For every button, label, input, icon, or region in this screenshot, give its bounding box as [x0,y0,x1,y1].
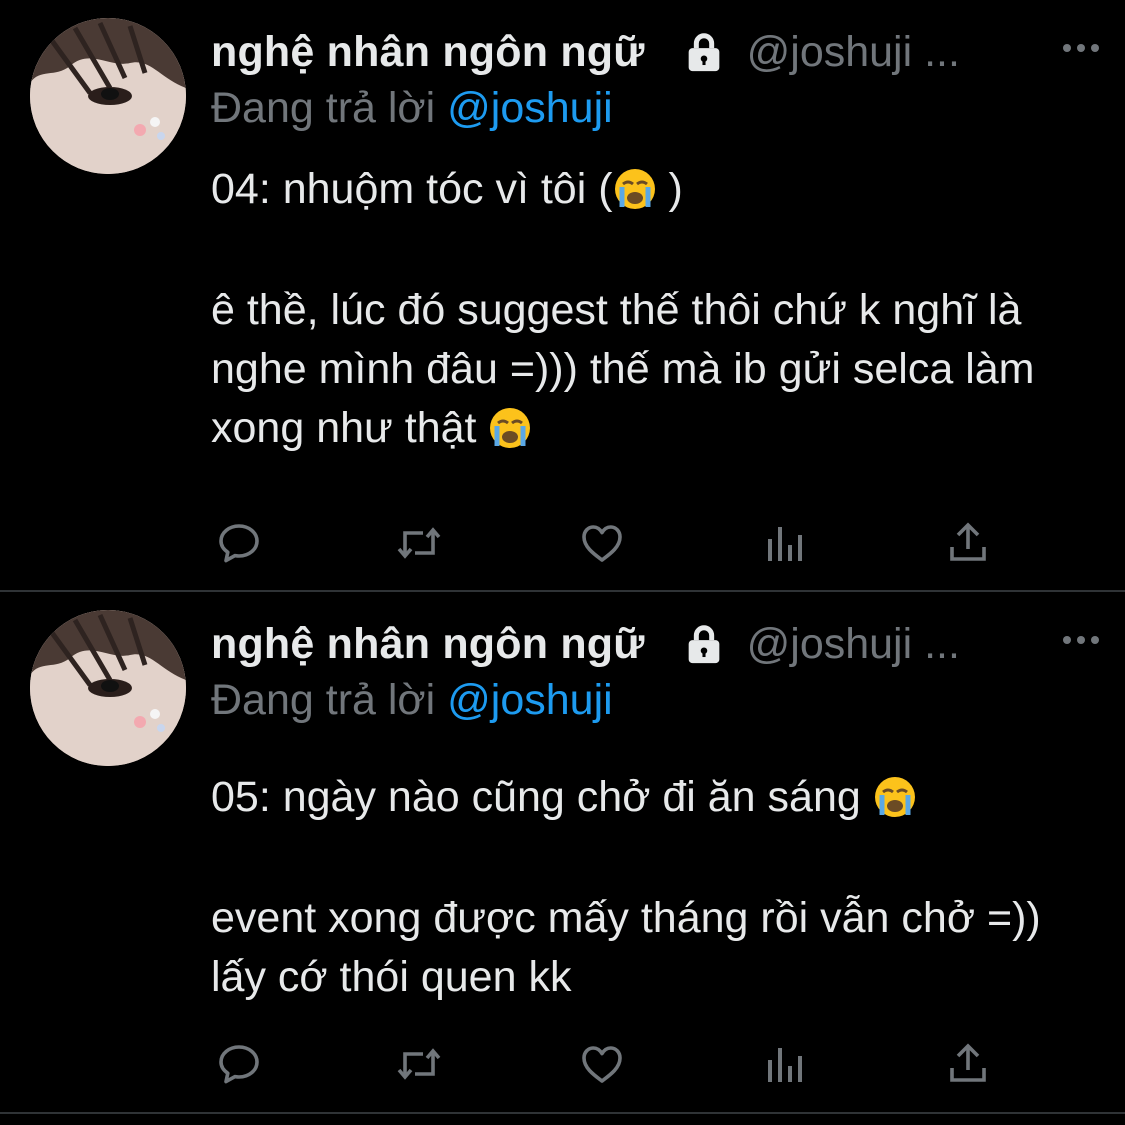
replying-to: Đang trả lời @joshuji [211,84,613,134]
replying-prefix: Đang trả lời [211,676,436,724]
tweet-text-line: 04: nhuộm tóc vì tôi ( ) [211,160,1091,219]
lock-icon [681,621,727,667]
reply-icon[interactable] [213,517,265,569]
tweet[interactable]: nghệ nhân ngôn ngữ @joshuji ... Đang trả… [0,0,1125,590]
views-icon[interactable] [760,517,812,569]
tweet-text-segment: event xong được mấy tháng rồi vẫn chở =)… [211,894,1053,1001]
tweet-text-paragraph: event xong được mấy tháng rồi vẫn chở =)… [211,889,1091,1007]
share-icon[interactable] [942,1038,994,1090]
tweet-text: 05: ngày nào cũng chở đi ăn sáng event x… [211,768,1091,1007]
avatar-photo [30,610,186,766]
tweet-text-segment: ê thề, lúc đó suggest thế thôi chứ k ngh… [211,286,1047,452]
loudly-crying-face-emoji [488,406,532,450]
tweet-actions [211,517,1011,573]
loudly-crying-face-emoji [873,775,917,819]
tweet-text-segment: 04: nhuộm tóc vì tôi ( [211,165,613,213]
tweet[interactable]: nghệ nhân ngôn ngữ @joshuji ... Đang trả… [0,592,1125,1113]
tweet-actions [211,1038,1011,1094]
like-icon[interactable] [576,517,628,569]
replying-prefix: Đang trả lời [211,84,436,132]
avatar-photo [30,18,186,174]
tweet-text-paragraph: ê thề, lúc đó suggest thế thôi chứ k ngh… [211,281,1091,458]
tweet-header: nghệ nhân ngôn ngữ @joshuji ... [211,22,1101,82]
handle[interactable]: @joshuji ... [747,620,960,669]
tweet-text-line: 05: ngày nào cũng chở đi ăn sáng [211,768,1091,827]
replying-to-link[interactable]: @joshuji [447,84,613,132]
tweet-divider [0,1112,1125,1114]
display-name[interactable]: nghệ nhân ngôn ngữ [211,620,645,669]
more-icon[interactable] [1061,38,1101,58]
handle[interactable]: @joshuji ... [747,28,960,77]
tweet-text-segment: ) [656,165,683,213]
reply-icon[interactable] [213,1038,265,1090]
tweet-text: 04: nhuộm tóc vì tôi ( ) ê thề, lúc đó s… [211,160,1091,458]
replying-to: Đang trả lời @joshuji [211,676,613,726]
retweet-icon[interactable] [393,1038,445,1090]
like-icon[interactable] [576,1038,628,1090]
lock-icon [681,29,727,75]
more-icon[interactable] [1061,630,1101,650]
avatar[interactable] [30,610,186,766]
replying-to-link[interactable]: @joshuji [447,676,613,724]
tweet-header: nghệ nhân ngôn ngữ @joshuji ... [211,614,1101,674]
display-name[interactable]: nghệ nhân ngôn ngữ [211,28,645,77]
share-icon[interactable] [942,517,994,569]
tweet-text-segment: 05: ngày nào cũng chở đi ăn sáng [211,773,873,821]
retweet-icon[interactable] [393,517,445,569]
loudly-crying-face-emoji [613,167,657,211]
timeline: nghệ nhân ngôn ngữ @joshuji ... Đang trả… [0,0,1125,1125]
avatar[interactable] [30,18,186,174]
views-icon[interactable] [760,1038,812,1090]
